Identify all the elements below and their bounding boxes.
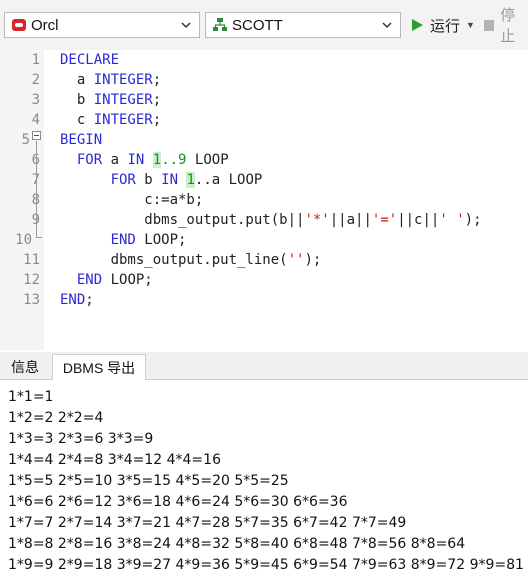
line-number: 9	[0, 210, 40, 230]
tab-info[interactable]: 信息	[0, 354, 50, 380]
output-line: 1*9=9 2*9=18 3*9=27 4*9=36 5*9=45 6*9=54…	[8, 557, 524, 573]
line-number: 11	[23, 252, 40, 268]
output-line: 1*4=4 2*4=8 3*4=12 4*4=16	[8, 452, 221, 468]
connection-name: Orcl	[31, 16, 59, 34]
schema-icon	[213, 18, 227, 31]
line-number: 7	[0, 170, 40, 190]
code-line: END LOOP;	[110, 232, 187, 248]
connection-select[interactable]: Orcl	[4, 12, 200, 38]
line-number: 1	[31, 52, 40, 68]
code-line: END LOOP;	[76, 272, 153, 288]
run-dropdown-icon[interactable]: ▼	[466, 20, 475, 30]
fold-toggle-icon[interactable]	[32, 131, 41, 140]
fold-guide-end	[36, 237, 42, 238]
code-line: a INTEGER;	[60, 72, 162, 88]
stop-button[interactable]: 停止	[484, 7, 528, 45]
code-line: c:=a*b;	[60, 192, 204, 208]
stop-label: 停止	[500, 7, 516, 45]
output-line: 1*1=1	[8, 389, 54, 405]
code-line: DECLARE	[60, 52, 120, 68]
line-number: 8	[0, 190, 40, 210]
line-number: 6	[0, 150, 40, 170]
oracle-connection-icon	[12, 19, 26, 31]
schema-select[interactable]: SCOTT	[205, 12, 401, 38]
code-line: dbms_output.put(b||'*'||a||'='||c||' ');	[60, 212, 482, 228]
line-number: 10	[15, 232, 32, 248]
output-line: 1*8=8 2*8=16 3*8=24 4*8=32 5*8=40 6*8=48…	[8, 536, 466, 552]
run-label: 运行	[430, 17, 461, 35]
chevron-down-icon	[181, 22, 191, 29]
schema-name: SCOTT	[232, 16, 283, 34]
code-line: END;	[60, 292, 94, 308]
line-number: 4	[31, 112, 40, 128]
dbms-output-panel: 1*1=1 1*2=2 2*2=4 1*3=3 2*3=6 3*3=9 1*4=…	[0, 380, 528, 581]
output-line: 1*7=7 2*7=14 3*7=21 4*7=28 5*7=35 6*7=42…	[8, 515, 407, 531]
line-number: 3	[31, 92, 40, 108]
code-line: c INTEGER;	[60, 112, 162, 128]
result-tabs: 信息 DBMS 导出	[0, 352, 528, 380]
stop-icon	[484, 19, 495, 31]
play-icon	[412, 19, 423, 31]
code-line: dbms_output.put_line('');	[60, 252, 322, 268]
code-line: FOR a IN 1..9 LOOP	[76, 152, 229, 168]
line-number-gutter: 1 2 3 4 5 6 7 8 9 10 11 12 13	[0, 50, 44, 350]
sql-editor[interactable]: 1 2 3 4 5 6 7 8 9 10 11 12 13 DECLARE a …	[0, 50, 528, 350]
query-toolbar: Orcl SCOTT 运行 ▼ 停止	[0, 0, 528, 50]
output-line: 1*5=5 2*5=10 3*5=15 4*5=20 5*5=25	[8, 473, 289, 489]
output-line: 1*6=6 2*6=12 3*6=18 4*6=24 5*6=30 6*6=36	[8, 494, 348, 510]
line-number: 13	[23, 292, 40, 308]
chevron-down-icon	[382, 22, 392, 29]
code-line: BEGIN	[60, 132, 103, 148]
line-number: 2	[31, 72, 40, 88]
fold-guide	[36, 141, 37, 237]
code-line: FOR b IN 1..a LOOP	[110, 172, 263, 188]
run-button[interactable]: 运行 ▼	[410, 14, 475, 36]
tab-dbms-output[interactable]: DBMS 导出	[52, 354, 146, 380]
line-number: 12	[23, 272, 40, 288]
output-line: 1*2=2 2*2=4	[8, 410, 104, 426]
output-line: 1*3=3 2*3=6 3*3=9	[8, 431, 154, 447]
line-number: 5	[21, 132, 30, 148]
code-line: b INTEGER;	[60, 92, 162, 108]
